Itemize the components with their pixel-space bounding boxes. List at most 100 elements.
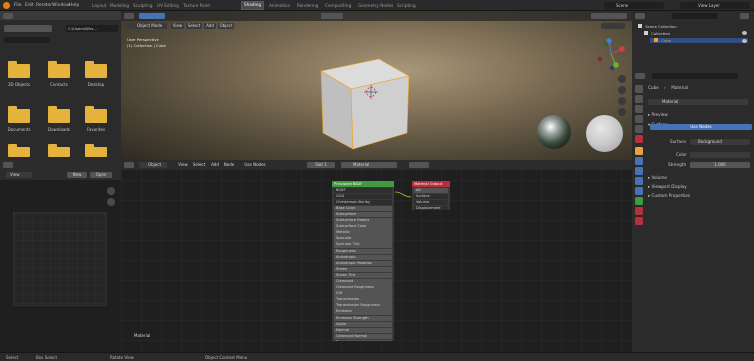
bsdf-input-row[interactable]: BSDF [334, 187, 392, 194]
view-layer-selector[interactable]: View Layer [680, 2, 750, 9]
color-swatch[interactable] [690, 151, 750, 158]
camera-icon[interactable] [618, 97, 626, 105]
material-output-node[interactable]: Material Output All Surface Volume Displace… [411, 180, 451, 211]
output-input-row[interactable]: All [414, 187, 448, 194]
editor-type-button[interactable] [635, 73, 645, 79]
strength-field[interactable]: 1.000 [690, 161, 750, 168]
nav-buttons[interactable] [4, 25, 52, 32]
bsdf-input-row[interactable]: Tangent [334, 339, 392, 341]
bsdf-input-row[interactable]: Clearcoat Normal [334, 333, 392, 340]
bsdf-input-row[interactable]: Metallic [334, 230, 392, 236]
folder-icon[interactable] [48, 144, 70, 157]
viewport-3d[interactable]: Object Mode View Select Add Object User … [121, 11, 632, 160]
tool-tab-icon[interactable] [635, 85, 643, 93]
hdri-diffuse-sphere[interactable] [586, 115, 623, 152]
bsdf-input-row[interactable]: GGX [334, 193, 392, 200]
folder-3d-objects-icon[interactable] [8, 61, 30, 78]
output-input-row[interactable]: Surface [414, 193, 448, 200]
editor-type-button[interactable] [124, 162, 134, 168]
eye-icon[interactable] [742, 39, 747, 43]
editor-type-button[interactable] [3, 12, 13, 19]
search-input[interactable] [4, 37, 50, 43]
world-tab-icon[interactable] [635, 135, 643, 143]
tab-geometry-nodes[interactable]: Geometry Nodes [356, 2, 395, 9]
object-tab-icon[interactable] [635, 147, 643, 155]
folder-favorites-icon[interactable] [85, 106, 107, 123]
viewport-menu-view[interactable]: View [171, 23, 184, 29]
options-button[interactable] [601, 23, 625, 29]
output-input-row[interactable]: Volume [414, 199, 448, 206]
output-tab-icon[interactable] [635, 105, 643, 113]
image-canvas[interactable] [13, 212, 107, 306]
pin-button[interactable] [409, 162, 429, 168]
transform-orientation[interactable] [321, 13, 343, 19]
bsdf-input-row[interactable]: Sheen [334, 266, 392, 273]
render-tab-icon[interactable] [635, 95, 643, 103]
blender-logo-icon[interactable] [3, 2, 10, 9]
outliner-row-collection[interactable]: Collection [644, 31, 670, 36]
menu-render[interactable]: Render [36, 2, 52, 9]
tab-uv-editing[interactable]: UV Editing [155, 2, 181, 9]
editor-type-button[interactable] [3, 162, 13, 168]
material-selector[interactable]: Material [341, 162, 397, 168]
modifier-tab-icon[interactable] [635, 157, 643, 165]
perspective-icon[interactable] [618, 108, 626, 116]
particles-tab-icon[interactable] [635, 167, 643, 175]
tab-scripting[interactable]: Scripting [395, 2, 418, 9]
tab-compositing[interactable]: Compositing [323, 2, 353, 9]
image-view-menu[interactable]: View [6, 172, 32, 178]
node-editor[interactable]: Object View Select Add Node Use Nodes Sl… [121, 160, 632, 352]
folder-desktop-icon[interactable] [85, 61, 107, 78]
filter-icon[interactable] [740, 13, 749, 19]
object-mode-dropdown[interactable]: Object Mode [127, 23, 167, 29]
menu-edit[interactable]: Edit [25, 2, 34, 9]
scene-selector[interactable]: Scene [604, 2, 664, 9]
hand-icon[interactable] [618, 86, 626, 94]
bsdf-input-row[interactable]: Clearcoat [334, 279, 392, 285]
node-menu-add[interactable]: Add [209, 162, 221, 168]
tab-shading[interactable]: Shading [241, 1, 265, 10]
principled-bsdf-node[interactable]: Principled BSDF BSDF GGX Christensen-Burle… [331, 180, 395, 342]
viewport-display-section-header[interactable]: ▸ Viewport Display [648, 183, 687, 190]
3d-cursor-icon[interactable] [364, 85, 378, 99]
node-menu-view[interactable]: View [177, 162, 189, 168]
custom-properties-section-header[interactable]: ▸ Custom Properties [648, 192, 690, 199]
folder-documents-icon[interactable] [8, 106, 30, 123]
surface-shader-dropdown[interactable]: Background [690, 138, 750, 145]
outliner-search-input[interactable] [672, 13, 718, 19]
node-menu-select[interactable]: Select [191, 162, 207, 168]
menu-help[interactable]: Help [69, 2, 79, 9]
node-menu-node[interactable]: Node [222, 162, 236, 168]
bsdf-input-row[interactable]: Sheen Tint [334, 272, 392, 279]
bsdf-input-row[interactable]: Clearcoat Roughness [334, 285, 392, 291]
editor-type-button[interactable] [124, 13, 134, 19]
bsdf-input-row[interactable]: Subsurface Radius [334, 218, 392, 224]
path-field[interactable]: C:\Users\Wirs... [66, 25, 118, 32]
select-tool-buttons[interactable] [139, 13, 165, 19]
new-image-button[interactable]: New [67, 172, 87, 178]
viewport-menu-add[interactable]: Add [204, 23, 216, 29]
bsdf-input-row[interactable]: Christensen-Burley [334, 199, 392, 206]
eye-icon[interactable] [742, 31, 747, 35]
texture-tab-icon[interactable] [635, 217, 643, 225]
properties-search-input[interactable] [652, 73, 738, 79]
tab-texture-paint-2[interactable] [211, 2, 215, 9]
tab-rendering[interactable]: Rendering [295, 2, 320, 9]
bsdf-input-row[interactable]: Specular [334, 236, 392, 242]
view-layer-tab-icon[interactable] [635, 115, 643, 123]
slot-dropdown[interactable]: Slot 1 [307, 162, 335, 168]
outliner-row-cube[interactable]: Cube [650, 38, 748, 43]
bsdf-input-row[interactable]: Alpha [334, 321, 392, 328]
tab-animation[interactable]: Animation [267, 2, 292, 9]
bsdf-input-row[interactable]: IOR [334, 291, 392, 297]
output-input-row[interactable]: Displacement [414, 205, 448, 210]
tab-layout[interactable]: Layout [90, 2, 108, 9]
bsdf-input-row[interactable]: Anisotropic [334, 254, 392, 261]
bsdf-input-row[interactable]: Roughness [334, 248, 392, 255]
folder-contacts-icon[interactable] [48, 61, 70, 78]
constraints-tab-icon[interactable] [635, 187, 643, 195]
bsdf-input-row[interactable]: Subsurface [334, 211, 392, 218]
hand-icon[interactable] [107, 198, 115, 206]
use-nodes-button[interactable]: Use Nodes [650, 124, 752, 130]
menu-window[interactable]: Window [52, 2, 70, 9]
